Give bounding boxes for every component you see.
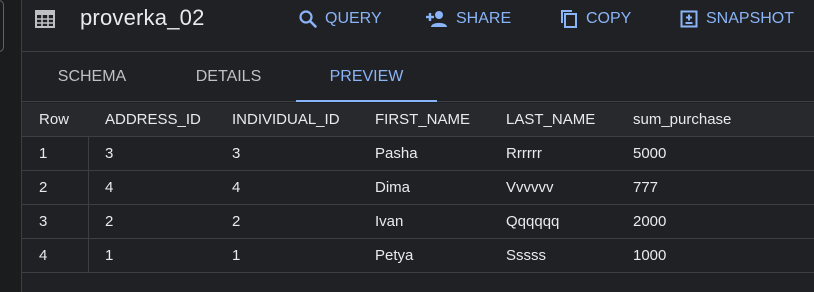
sum-purchase-cell: 2000 xyxy=(633,213,667,230)
first-name-cell: Petya xyxy=(375,247,414,264)
row-number-cell: 3 xyxy=(39,213,48,230)
person-add-icon xyxy=(426,11,447,27)
row-number-cell: 1 xyxy=(39,145,48,162)
row-number-divider xyxy=(88,137,89,170)
tab-bar: SCHEMA DETAILS PREVIEW xyxy=(22,52,814,102)
first-name-cell: Ivan xyxy=(375,213,404,230)
row-number-divider xyxy=(88,239,89,272)
app-root: proverka_02 QUERY SHARE COPY SNAPSHOT SC… xyxy=(0,0,814,292)
last-name-cell: Rrrrrr xyxy=(506,145,542,162)
copy-icon xyxy=(561,10,577,28)
column-header-sum-purchase: sum_purchase xyxy=(633,111,732,128)
table-row: 3 2 2 Ivan Qqqqqq 2000 xyxy=(22,205,814,239)
first-name-cell: Dima xyxy=(375,179,411,196)
sum-purchase-cell: 777 xyxy=(633,179,659,196)
table-header-row: Row ADDRESS_ID INDIVIDUAL_ID FIRST_NAME … xyxy=(22,103,814,137)
address-id-cell: 4 xyxy=(105,179,114,196)
row-number-cell: 4 xyxy=(39,247,48,264)
preview-table: Row ADDRESS_ID INDIVIDUAL_ID FIRST_NAME … xyxy=(22,103,814,273)
last-name-cell: Vvvvvv xyxy=(506,179,554,196)
snapshot-icon xyxy=(680,10,698,28)
table-grid-icon xyxy=(35,9,55,29)
tab-details[interactable]: DETAILS xyxy=(162,52,295,102)
row-number-divider xyxy=(88,171,89,204)
copy-button-label: COPY xyxy=(586,10,632,27)
page-title: proverka_02 xyxy=(80,5,205,30)
column-header-address-id: ADDRESS_ID xyxy=(105,111,201,128)
column-header-row: Row xyxy=(39,111,70,128)
table-row: 2 4 4 Dima Vvvvvv 777 xyxy=(22,171,814,205)
table-header: proverka_02 QUERY SHARE COPY SNAPSHOT xyxy=(22,0,814,52)
individual-id-cell: 3 xyxy=(232,145,241,162)
column-header-last-name: LAST_NAME xyxy=(506,111,596,128)
last-name-cell: Sssss xyxy=(506,247,547,264)
address-id-cell: 3 xyxy=(105,145,114,162)
last-name-cell: Qqqqqq xyxy=(506,213,560,230)
individual-id-cell: 1 xyxy=(232,247,241,264)
sum-purchase-cell: 5000 xyxy=(633,145,667,162)
left-panel-tab[interactable] xyxy=(0,0,4,52)
tab-preview[interactable]: PREVIEW xyxy=(296,52,437,102)
query-button-label: QUERY xyxy=(325,10,382,27)
copy-button[interactable]: COPY xyxy=(559,8,631,30)
table-row: 4 1 1 Petya Sssss 1000 xyxy=(22,239,814,273)
share-button-label: SHARE xyxy=(456,10,512,27)
address-id-cell: 1 xyxy=(105,247,114,264)
column-header-individual-id: INDIVIDUAL_ID xyxy=(232,111,340,128)
search-icon xyxy=(299,10,317,28)
active-tab-indicator xyxy=(296,100,437,102)
column-header-first-name: FIRST_NAME xyxy=(375,111,471,128)
row-number-divider xyxy=(88,205,89,238)
snapshot-button-label: SNAPSHOT xyxy=(706,10,795,27)
address-id-cell: 2 xyxy=(105,213,114,230)
tab-schema[interactable]: SCHEMA xyxy=(22,52,162,102)
snapshot-button[interactable]: SNAPSHOT xyxy=(679,8,794,30)
table-row: 1 3 3 Pasha Rrrrrr 5000 xyxy=(22,137,814,171)
sum-purchase-cell: 1000 xyxy=(633,247,667,264)
individual-id-cell: 4 xyxy=(232,179,241,196)
share-button[interactable]: SHARE xyxy=(425,8,511,30)
individual-id-cell: 2 xyxy=(232,213,241,230)
left-panel-edge xyxy=(0,0,22,292)
query-button[interactable]: QUERY xyxy=(298,8,382,30)
row-number-cell: 2 xyxy=(39,179,48,196)
first-name-cell: Pasha xyxy=(375,145,418,162)
